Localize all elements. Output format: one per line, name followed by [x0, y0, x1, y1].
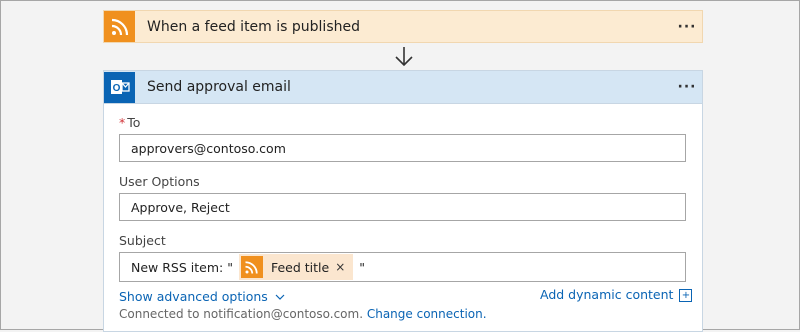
- outlook-icon: O: [104, 71, 135, 103]
- action-more-options-button[interactable]: ···: [672, 79, 702, 95]
- plus-icon: +: [679, 289, 693, 302]
- feed-title-token[interactable]: Feed title ×: [238, 254, 354, 280]
- chevron-down-icon: [275, 294, 285, 300]
- connected-text: Connected to notification@contoso.com.: [119, 307, 364, 321]
- to-field[interactable]: approvers@contoso.com: [119, 134, 686, 162]
- trigger-more-options-button[interactable]: ···: [672, 19, 702, 35]
- add-dynamic-content-label: Add dynamic content: [540, 287, 674, 302]
- user-options-value: Approve, Reject: [131, 199, 230, 215]
- to-label-text: To: [127, 115, 141, 130]
- subject-suffix: ": [359, 259, 365, 275]
- to-label: * To: [119, 115, 140, 130]
- to-field-value: approvers@contoso.com: [131, 140, 286, 156]
- subject-field[interactable]: New RSS item: " Feed title × ": [119, 252, 686, 282]
- trigger-title: When a feed item is published: [147, 18, 360, 35]
- action-card: O Send approval email ··· * To approvers@…: [103, 70, 703, 332]
- change-connection-link[interactable]: Change connection.: [367, 307, 487, 321]
- show-advanced-options-label: Show advanced options: [119, 289, 268, 304]
- add-dynamic-content-link[interactable]: Add dynamic content +: [540, 287, 693, 302]
- user-options-field[interactable]: Approve, Reject: [119, 193, 686, 221]
- subject-prefix: New RSS item: ": [131, 259, 233, 275]
- show-advanced-options-link[interactable]: Show advanced options: [119, 289, 285, 304]
- action-title: Send approval email: [147, 79, 291, 95]
- arrow-down-icon: [395, 47, 413, 67]
- connection-info: Connected to notification@contoso.com. C…: [119, 307, 487, 321]
- required-mark: *: [119, 115, 126, 130]
- rss-icon: [104, 11, 135, 42]
- user-options-label: User Options: [119, 174, 200, 189]
- token-label: Feed title: [270, 259, 330, 275]
- action-header[interactable]: O Send approval email ···: [104, 71, 702, 104]
- subject-label: Subject: [119, 233, 166, 248]
- rss-icon: [240, 256, 263, 278]
- remove-token-button[interactable]: ×: [335, 260, 345, 274]
- trigger-card[interactable]: When a feed item is published ···: [103, 10, 703, 43]
- svg-text:O: O: [112, 83, 120, 94]
